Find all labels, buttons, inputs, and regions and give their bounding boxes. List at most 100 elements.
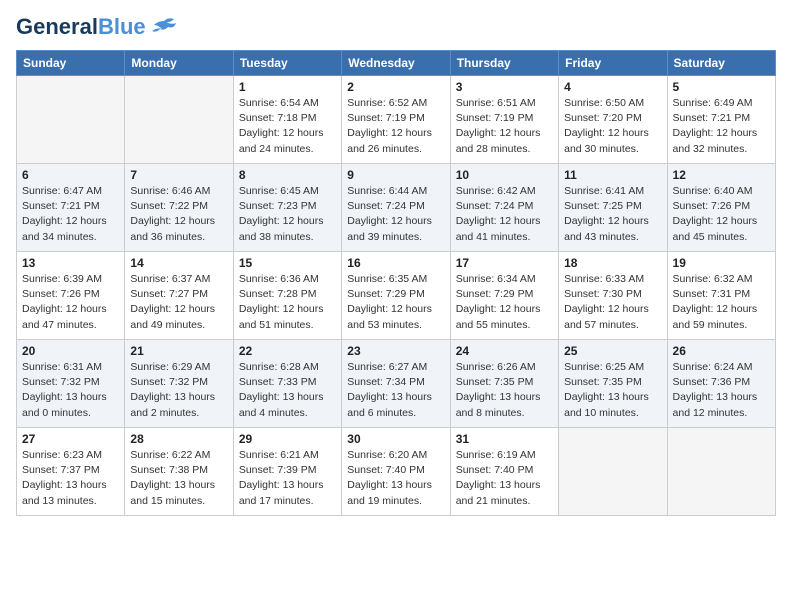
- day-info: Sunrise: 6:44 AM Sunset: 7:24 PM Dayligh…: [347, 184, 444, 245]
- day-number: 30: [347, 432, 444, 446]
- week-row-5: 27 Sunrise: 6:23 AM Sunset: 7:37 PM Dayli…: [17, 428, 776, 516]
- calendar-cell: 26Sunrise: 6:24 AM Sunset: 7:36 PM Dayli…: [667, 340, 775, 428]
- weekday-header-wednesday: Wednesday: [342, 51, 450, 76]
- day-number: 27: [22, 432, 119, 446]
- day-info: Sunrise: 6:40 AM Sunset: 7:26 PM Dayligh…: [673, 184, 770, 245]
- day-info: Sunrise: 6:32 AM Sunset: 7:31 PM Dayligh…: [673, 272, 770, 333]
- day-number: 25: [564, 344, 661, 358]
- day-info: Sunrise: 6:28 AM Sunset: 7:33 PM Dayligh…: [239, 360, 336, 421]
- day-number: 4: [564, 80, 661, 94]
- day-number: 29: [239, 432, 336, 446]
- day-info: Sunrise: 6:25 AM Sunset: 7:35 PM Dayligh…: [564, 360, 661, 421]
- day-number: 8: [239, 168, 336, 182]
- day-info: Sunrise: 6:49 AM Sunset: 7:21 PM Dayligh…: [673, 96, 770, 157]
- day-info: Sunrise: 6:45 AM Sunset: 7:23 PM Dayligh…: [239, 184, 336, 245]
- day-number: 23: [347, 344, 444, 358]
- logo-text: GeneralBlue: [16, 16, 146, 38]
- calendar-cell: [667, 428, 775, 516]
- day-info: Sunrise: 6:47 AM Sunset: 7:21 PM Dayligh…: [22, 184, 119, 245]
- day-number: 24: [456, 344, 553, 358]
- day-info: Sunrise: 6:54 AM Sunset: 7:18 PM Dayligh…: [239, 96, 336, 157]
- day-number: 14: [130, 256, 227, 270]
- day-number: 2: [347, 80, 444, 94]
- day-number: 9: [347, 168, 444, 182]
- week-row-3: 13 Sunrise: 6:39 AM Sunset: 7:26 PM Dayli…: [17, 252, 776, 340]
- week-row-1: 1 Sunrise: 6:54 AM Sunset: 7:18 PM Daylig…: [17, 76, 776, 164]
- weekday-header-thursday: Thursday: [450, 51, 558, 76]
- calendar-cell: 10 Sunrise: 6:42 AM Sunset: 7:24 PM Dayli…: [450, 164, 558, 252]
- calendar-cell: 1 Sunrise: 6:54 AM Sunset: 7:18 PM Daylig…: [233, 76, 341, 164]
- day-info: Sunrise: 6:39 AM Sunset: 7:26 PM Dayligh…: [22, 272, 119, 333]
- day-info: Sunrise: 6:29 AM Sunset: 7:32 PM Dayligh…: [130, 360, 227, 421]
- weekday-header-saturday: Saturday: [667, 51, 775, 76]
- calendar-cell: 25 Sunrise: 6:25 AM Sunset: 7:35 PM Dayli…: [559, 340, 667, 428]
- calendar-cell: 20 Sunrise: 6:31 AM Sunset: 7:32 PM Dayli…: [17, 340, 125, 428]
- logo: GeneralBlue: [16, 16, 178, 38]
- day-number: 5: [673, 80, 770, 94]
- day-number: 20: [22, 344, 119, 358]
- day-info: Sunrise: 6:26 AM Sunset: 7:35 PM Dayligh…: [456, 360, 553, 421]
- calendar-cell: [17, 76, 125, 164]
- day-number: 1: [239, 80, 336, 94]
- day-number: 18: [564, 256, 661, 270]
- calendar-cell: 5 Sunrise: 6:49 AM Sunset: 7:21 PM Daylig…: [667, 76, 775, 164]
- calendar-cell: 21Sunrise: 6:29 AM Sunset: 7:32 PM Dayli…: [125, 340, 233, 428]
- logo-bird-icon: [150, 17, 178, 37]
- calendar-cell: 24 Sunrise: 6:26 AM Sunset: 7:35 PM Dayli…: [450, 340, 558, 428]
- calendar-cell: 14 Sunrise: 6:37 AM Sunset: 7:27 PM Dayli…: [125, 252, 233, 340]
- day-number: 17: [456, 256, 553, 270]
- day-info: Sunrise: 6:42 AM Sunset: 7:24 PM Dayligh…: [456, 184, 553, 245]
- day-info: Sunrise: 6:41 AM Sunset: 7:25 PM Dayligh…: [564, 184, 661, 245]
- day-number: 15: [239, 256, 336, 270]
- calendar-cell: [125, 76, 233, 164]
- weekday-header-monday: Monday: [125, 51, 233, 76]
- day-number: 16: [347, 256, 444, 270]
- calendar-table: SundayMondayTuesdayWednesdayThursdayFrid…: [16, 50, 776, 516]
- day-number: 22: [239, 344, 336, 358]
- day-info: Sunrise: 6:52 AM Sunset: 7:19 PM Dayligh…: [347, 96, 444, 157]
- calendar-cell: 29Sunrise: 6:21 AM Sunset: 7:39 PM Dayli…: [233, 428, 341, 516]
- weekday-header-tuesday: Tuesday: [233, 51, 341, 76]
- day-info: Sunrise: 6:24 AM Sunset: 7:36 PM Dayligh…: [673, 360, 770, 421]
- calendar-cell: 17Sunrise: 6:34 AM Sunset: 7:29 PM Dayli…: [450, 252, 558, 340]
- day-info: Sunrise: 6:23 AM Sunset: 7:37 PM Dayligh…: [22, 448, 119, 509]
- day-number: 28: [130, 432, 227, 446]
- weekday-header-friday: Friday: [559, 51, 667, 76]
- calendar-cell: 9 Sunrise: 6:44 AM Sunset: 7:24 PM Daylig…: [342, 164, 450, 252]
- day-info: Sunrise: 6:46 AM Sunset: 7:22 PM Dayligh…: [130, 184, 227, 245]
- day-number: 31: [456, 432, 553, 446]
- week-row-2: 6 Sunrise: 6:47 AM Sunset: 7:21 PM Daylig…: [17, 164, 776, 252]
- day-number: 3: [456, 80, 553, 94]
- day-number: 11: [564, 168, 661, 182]
- calendar-cell: 19 Sunrise: 6:32 AM Sunset: 7:31 PM Dayli…: [667, 252, 775, 340]
- day-number: 10: [456, 168, 553, 182]
- day-info: Sunrise: 6:35 AM Sunset: 7:29 PM Dayligh…: [347, 272, 444, 333]
- calendar-cell: 22 Sunrise: 6:28 AM Sunset: 7:33 PM Dayli…: [233, 340, 341, 428]
- calendar-cell: 12 Sunrise: 6:40 AM Sunset: 7:26 PM Dayli…: [667, 164, 775, 252]
- day-number: 19: [673, 256, 770, 270]
- day-info: Sunrise: 6:31 AM Sunset: 7:32 PM Dayligh…: [22, 360, 119, 421]
- day-info: Sunrise: 6:50 AM Sunset: 7:20 PM Dayligh…: [564, 96, 661, 157]
- week-row-4: 20 Sunrise: 6:31 AM Sunset: 7:32 PM Dayli…: [17, 340, 776, 428]
- day-info: Sunrise: 6:27 AM Sunset: 7:34 PM Dayligh…: [347, 360, 444, 421]
- day-info: Sunrise: 6:33 AM Sunset: 7:30 PM Dayligh…: [564, 272, 661, 333]
- day-info: Sunrise: 6:37 AM Sunset: 7:27 PM Dayligh…: [130, 272, 227, 333]
- day-number: 7: [130, 168, 227, 182]
- day-info: Sunrise: 6:22 AM Sunset: 7:38 PM Dayligh…: [130, 448, 227, 509]
- day-info: Sunrise: 6:20 AM Sunset: 7:40 PM Dayligh…: [347, 448, 444, 509]
- day-number: 12: [673, 168, 770, 182]
- calendar-cell: 6 Sunrise: 6:47 AM Sunset: 7:21 PM Daylig…: [17, 164, 125, 252]
- calendar-cell: 16 Sunrise: 6:35 AM Sunset: 7:29 PM Dayli…: [342, 252, 450, 340]
- calendar-cell: 4 Sunrise: 6:50 AM Sunset: 7:20 PM Daylig…: [559, 76, 667, 164]
- calendar-cell: 23 Sunrise: 6:27 AM Sunset: 7:34 PM Dayli…: [342, 340, 450, 428]
- calendar-cell: 30 Sunrise: 6:20 AM Sunset: 7:40 PM Dayli…: [342, 428, 450, 516]
- calendar-cell: 7 Sunrise: 6:46 AM Sunset: 7:22 PM Daylig…: [125, 164, 233, 252]
- day-number: 13: [22, 256, 119, 270]
- calendar-cell: 11 Sunrise: 6:41 AM Sunset: 7:25 PM Dayli…: [559, 164, 667, 252]
- day-number: 6: [22, 168, 119, 182]
- calendar-cell: 8 Sunrise: 6:45 AM Sunset: 7:23 PM Daylig…: [233, 164, 341, 252]
- calendar-cell: 18 Sunrise: 6:33 AM Sunset: 7:30 PM Dayli…: [559, 252, 667, 340]
- calendar-cell: 27 Sunrise: 6:23 AM Sunset: 7:37 PM Dayli…: [17, 428, 125, 516]
- calendar-cell: 13 Sunrise: 6:39 AM Sunset: 7:26 PM Dayli…: [17, 252, 125, 340]
- calendar-cell: 2 Sunrise: 6:52 AM Sunset: 7:19 PM Daylig…: [342, 76, 450, 164]
